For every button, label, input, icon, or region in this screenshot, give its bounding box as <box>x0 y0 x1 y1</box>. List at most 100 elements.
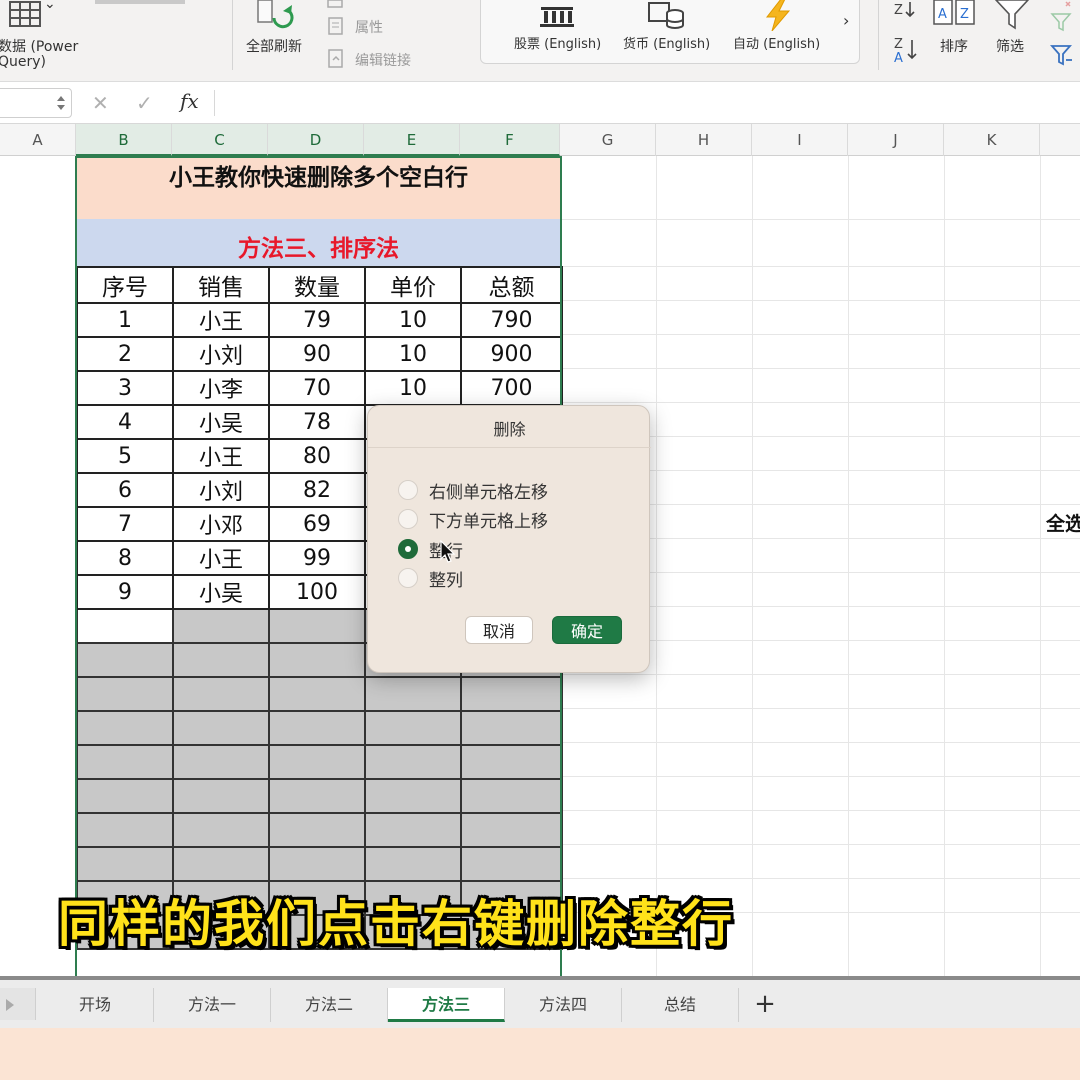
blank-cell[interactable] <box>172 608 270 644</box>
column-header-b[interactable]: B <box>76 124 172 156</box>
sort-ascending-icon[interactable]: Z <box>892 0 920 22</box>
column-header-j[interactable]: J <box>848 124 944 156</box>
table-cell[interactable]: 4 <box>76 404 174 440</box>
datatype-automatic[interactable]: 自动 (English) <box>733 33 820 52</box>
table-cell[interactable]: 69 <box>268 506 366 542</box>
table-header-cell[interactable]: 数量 <box>268 266 366 304</box>
properties-icon[interactable] <box>326 16 346 36</box>
blank-cell[interactable] <box>76 812 174 848</box>
column-header-i[interactable]: I <box>752 124 848 156</box>
blank-cell[interactable] <box>364 676 462 712</box>
clear-filter-icon[interactable] <box>1046 0 1076 70</box>
blank-cell[interactable] <box>364 812 462 848</box>
table-header-cell[interactable]: 单价 <box>364 266 462 304</box>
radio-button[interactable] <box>398 509 418 529</box>
column-header-f[interactable]: F <box>460 124 560 156</box>
table-cell[interactable]: 70 <box>268 370 366 406</box>
blank-cell[interactable] <box>460 676 563 712</box>
blank-cell[interactable] <box>172 812 270 848</box>
column-header-h[interactable]: H <box>656 124 752 156</box>
confirm-icon[interactable]: ✓ <box>136 91 153 115</box>
stepper-icon[interactable] <box>55 93 67 113</box>
tab-opening[interactable]: 开场 <box>37 988 154 1022</box>
blank-cell[interactable] <box>268 676 366 712</box>
lightning-icon[interactable] <box>761 0 795 31</box>
filter-label[interactable]: 筛选 <box>996 36 1024 56</box>
sort-dialog-icon[interactable]: A Z <box>932 0 978 28</box>
radio-button[interactable] <box>398 568 418 588</box>
blank-cell[interactable] <box>268 778 366 814</box>
sort-label[interactable]: 排序 <box>940 36 968 56</box>
blank-cell[interactable] <box>172 846 270 882</box>
table-cell[interactable]: 700 <box>460 370 563 406</box>
table-cell[interactable]: 7 <box>76 506 174 542</box>
chevron-down-icon[interactable]: ⌄ <box>44 0 56 12</box>
title-cell[interactable]: 小王教你快速删除多个空白行 <box>76 156 561 219</box>
blank-cell[interactable] <box>268 846 366 882</box>
blank-cell[interactable] <box>76 642 174 678</box>
table-cell[interactable]: 10 <box>364 302 462 338</box>
cancel-button[interactable]: 取消 <box>465 616 533 644</box>
tab-method-1[interactable]: 方法一 <box>154 988 271 1022</box>
name-box[interactable] <box>0 88 72 118</box>
refresh-icon[interactable] <box>256 0 300 34</box>
radio-button-selected[interactable] <box>398 539 418 559</box>
tab-method-2[interactable]: 方法二 <box>271 988 388 1022</box>
blank-cell[interactable] <box>460 812 563 848</box>
table-header-cell[interactable]: 总额 <box>460 266 563 304</box>
tab-method-4[interactable]: 方法四 <box>505 988 622 1022</box>
table-cell[interactable]: 小王 <box>172 438 270 474</box>
blank-cell[interactable] <box>460 846 563 882</box>
table-cell[interactable]: 82 <box>268 472 366 508</box>
blank-cell[interactable] <box>268 642 366 678</box>
ok-button[interactable]: 确定 <box>552 616 622 644</box>
blank-cell[interactable] <box>364 744 462 780</box>
blank-cell[interactable] <box>172 642 270 678</box>
blank-cell[interactable] <box>172 744 270 780</box>
blank-cell[interactable] <box>268 812 366 848</box>
table-cell[interactable]: 5 <box>76 438 174 474</box>
sort-descending-icon[interactable]: Z A <box>892 36 920 66</box>
table-cell[interactable]: 小刘 <box>172 336 270 372</box>
edit-links-icon[interactable] <box>326 48 346 70</box>
table-cell[interactable]: 79 <box>268 302 366 338</box>
blank-cell[interactable] <box>364 778 462 814</box>
currency-icon[interactable] <box>645 0 689 31</box>
table-cell[interactable]: 900 <box>460 336 563 372</box>
column-header-g[interactable]: G <box>560 124 656 156</box>
column-header-d[interactable]: D <box>268 124 364 156</box>
get-data-label-line1[interactable]: 数据 (Power <box>0 36 78 56</box>
table-cell[interactable]: 小吴 <box>172 574 270 610</box>
table-cell[interactable]: 小吴 <box>172 404 270 440</box>
bank-icon[interactable] <box>537 1 577 29</box>
blank-cell[interactable] <box>76 676 174 712</box>
table-cell[interactable]: 2 <box>76 336 174 372</box>
table-cell[interactable]: 100 <box>268 574 366 610</box>
blank-cell[interactable] <box>364 846 462 882</box>
blank-cell[interactable] <box>268 710 366 746</box>
radio-button[interactable] <box>398 480 418 500</box>
tab-summary[interactable]: 总结 <box>622 988 739 1022</box>
active-cell[interactable] <box>76 608 174 644</box>
blank-cell[interactable] <box>76 846 174 882</box>
table-cell[interactable]: 99 <box>268 540 366 576</box>
table-cell[interactable]: 1 <box>76 302 174 338</box>
blank-cell[interactable] <box>268 744 366 780</box>
datatype-stocks[interactable]: 股票 (English) <box>514 33 601 52</box>
cancel-icon[interactable]: ✕ <box>92 91 109 115</box>
edit-links-label[interactable]: 编辑链接 <box>355 50 411 70</box>
blank-cell[interactable] <box>364 710 462 746</box>
blank-cell[interactable] <box>460 710 563 746</box>
triangle-right-icon[interactable] <box>4 998 16 1012</box>
blank-cell[interactable] <box>76 744 174 780</box>
table-cell[interactable]: 80 <box>268 438 366 474</box>
blank-cell[interactable] <box>460 778 563 814</box>
table-cell[interactable]: 小李 <box>172 370 270 406</box>
get-data-label-line2[interactable]: Query) <box>0 54 46 70</box>
table-cell[interactable]: 10 <box>364 370 462 406</box>
blank-cell[interactable] <box>172 710 270 746</box>
table-header-cell[interactable]: 序号 <box>76 266 174 304</box>
column-header-a[interactable]: A <box>0 124 76 156</box>
column-header-e[interactable]: E <box>364 124 460 156</box>
blank-cell[interactable] <box>76 778 174 814</box>
